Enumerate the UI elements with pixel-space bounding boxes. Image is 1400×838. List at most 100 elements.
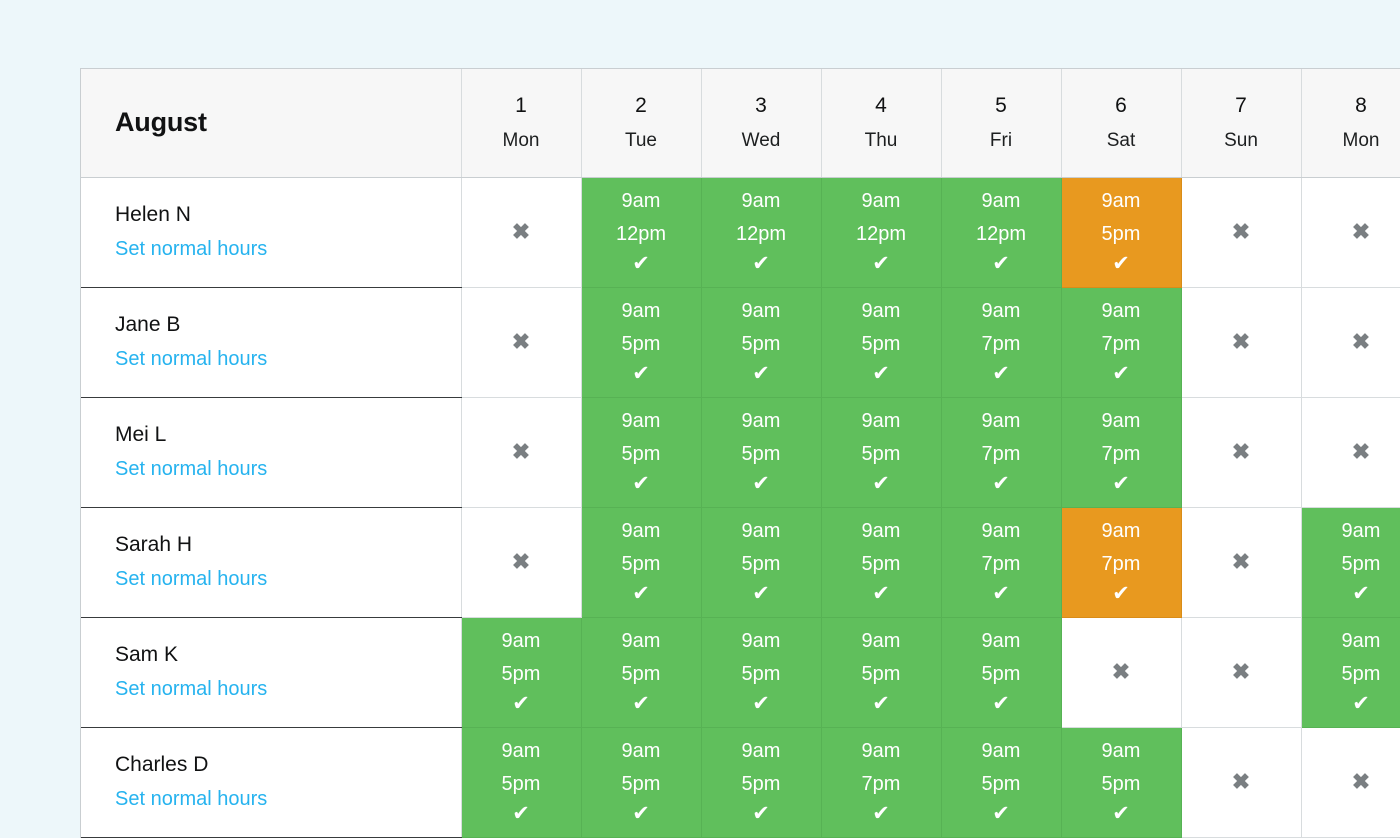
shift-cell-off[interactable]: ✖ — [1301, 177, 1400, 287]
shift-cell-off[interactable]: ✖ — [461, 177, 581, 287]
shift-times: 9am5pm✔ — [1302, 521, 1400, 604]
day-header-mon-8[interactable]: 8Mon — [1301, 69, 1400, 177]
check-icon: ✔ — [582, 583, 701, 604]
day-header-mon-1[interactable]: 1Mon — [461, 69, 581, 177]
staff-cell: Sarah HSet normal hours — [81, 507, 461, 617]
day-header-sun-7[interactable]: 7Sun — [1181, 69, 1301, 177]
shift-end-time: 5pm — [582, 664, 701, 684]
shift-cell-off[interactable]: ✖ — [1181, 287, 1301, 397]
day-number: 1 — [462, 95, 581, 116]
shift-cell-scheduled[interactable]: 9am5pm✔ — [581, 397, 701, 507]
day-header-thu-4[interactable]: 4Thu — [821, 69, 941, 177]
check-icon: ✔ — [582, 363, 701, 384]
shift-times: 9am5pm✔ — [582, 521, 701, 604]
set-normal-hours-link[interactable]: Set normal hours — [115, 349, 267, 369]
shift-cell-off[interactable]: ✖ — [1181, 617, 1301, 727]
shift-start-time: 9am — [822, 521, 941, 541]
staff-cell: Sam KSet normal hours — [81, 617, 461, 727]
set-normal-hours-link[interactable]: Set normal hours — [115, 459, 267, 479]
check-icon: ✔ — [702, 693, 821, 714]
day-header-wed-3[interactable]: 3Wed — [701, 69, 821, 177]
shift-cell-scheduled[interactable]: 9am5pm✔ — [821, 397, 941, 507]
shift-cell-scheduled[interactable]: 9am5pm✔ — [941, 617, 1061, 727]
shift-times: 9am12pm✔ — [822, 191, 941, 274]
set-normal-hours-link[interactable]: Set normal hours — [115, 569, 267, 589]
shift-cell-scheduled[interactable]: 9am5pm✔ — [701, 727, 821, 837]
shift-cell-scheduled[interactable]: 9am5pm✔ — [1301, 507, 1400, 617]
day-header-sat-6[interactable]: 6Sat — [1061, 69, 1181, 177]
shift-cell-scheduled[interactable]: 9am5pm✔ — [1061, 177, 1181, 287]
day-header-fri-5[interactable]: 5Fri — [941, 69, 1061, 177]
shift-cell-scheduled[interactable]: 9am7pm✔ — [821, 727, 941, 837]
shift-end-time: 5pm — [702, 554, 821, 574]
shift-times: 9am5pm✔ — [462, 741, 581, 824]
shift-cell-off[interactable]: ✖ — [1181, 507, 1301, 617]
check-icon: ✔ — [942, 693, 1061, 714]
shift-cell-scheduled[interactable]: 9am5pm✔ — [941, 727, 1061, 837]
shift-cell-scheduled[interactable]: 9am7pm✔ — [1061, 287, 1181, 397]
month-title: August — [115, 107, 207, 137]
shift-cell-off[interactable]: ✖ — [461, 507, 581, 617]
cross-icon: ✖ — [462, 441, 581, 463]
shift-cell-scheduled[interactable]: 9am7pm✔ — [941, 507, 1061, 617]
check-icon: ✔ — [822, 363, 941, 384]
shift-times: 9am5pm✔ — [822, 521, 941, 604]
shift-cell-scheduled[interactable]: 9am5pm✔ — [461, 617, 581, 727]
cross-icon: ✖ — [462, 331, 581, 353]
set-normal-hours-link[interactable]: Set normal hours — [115, 239, 267, 259]
staff-row: Jane BSet normal hours✖9am5pm✔9am5pm✔9am… — [81, 287, 1400, 397]
shift-cell-scheduled[interactable]: 9am5pm✔ — [701, 287, 821, 397]
shift-cell-scheduled[interactable]: 9am5pm✔ — [581, 507, 701, 617]
shift-cell-scheduled[interactable]: 9am5pm✔ — [461, 727, 581, 837]
shift-cell-scheduled[interactable]: 9am5pm✔ — [821, 617, 941, 727]
shift-cell-scheduled[interactable]: 9am12pm✔ — [941, 177, 1061, 287]
set-normal-hours-link[interactable]: Set normal hours — [115, 789, 267, 809]
shift-cell-off[interactable]: ✖ — [1181, 727, 1301, 837]
shift-cell-scheduled[interactable]: 9am5pm✔ — [1061, 727, 1181, 837]
shift-cell-scheduled[interactable]: 9am7pm✔ — [941, 397, 1061, 507]
shift-cell-off[interactable]: ✖ — [1301, 727, 1400, 837]
shift-cell-scheduled[interactable]: 9am12pm✔ — [821, 177, 941, 287]
shift-cell-off[interactable]: ✖ — [1181, 177, 1301, 287]
shift-times: 9am5pm✔ — [702, 411, 821, 494]
check-icon: ✔ — [822, 693, 941, 714]
check-icon: ✔ — [702, 583, 821, 604]
shift-end-time: 7pm — [822, 774, 941, 794]
shift-cell-scheduled[interactable]: 9am5pm✔ — [701, 397, 821, 507]
shift-times: 9am5pm✔ — [822, 631, 941, 714]
shift-cell-scheduled[interactable]: 9am5pm✔ — [1301, 617, 1400, 727]
shift-cell-scheduled[interactable]: 9am7pm✔ — [1061, 507, 1181, 617]
check-icon: ✔ — [462, 693, 581, 714]
shift-end-time: 5pm — [702, 334, 821, 354]
shift-cell-scheduled[interactable]: 9am5pm✔ — [821, 287, 941, 397]
shift-cell-scheduled[interactable]: 9am12pm✔ — [701, 177, 821, 287]
shift-times: 9am5pm✔ — [822, 301, 941, 384]
shift-cell-off[interactable]: ✖ — [1181, 397, 1301, 507]
shift-cell-scheduled[interactable]: 9am5pm✔ — [701, 617, 821, 727]
shift-cell-scheduled[interactable]: 9am7pm✔ — [1061, 397, 1181, 507]
shift-cell-scheduled[interactable]: 9am7pm✔ — [941, 287, 1061, 397]
shift-start-time: 9am — [462, 631, 581, 651]
shift-times: 9am5pm✔ — [702, 301, 821, 384]
staff-row: Mei LSet normal hours✖9am5pm✔9am5pm✔9am5… — [81, 397, 1400, 507]
check-icon: ✔ — [702, 803, 821, 824]
shift-end-time: 12pm — [942, 224, 1061, 244]
shift-cell-off[interactable]: ✖ — [1301, 287, 1400, 397]
shift-cell-off[interactable]: ✖ — [461, 287, 581, 397]
shift-cell-off[interactable]: ✖ — [1061, 617, 1181, 727]
shift-end-time: 7pm — [1062, 554, 1181, 574]
day-header-tue-2[interactable]: 2Tue — [581, 69, 701, 177]
shift-start-time: 9am — [942, 411, 1061, 431]
shift-cell-off[interactable]: ✖ — [461, 397, 581, 507]
shift-cell-scheduled[interactable]: 9am5pm✔ — [701, 507, 821, 617]
shift-cell-scheduled[interactable]: 9am5pm✔ — [581, 617, 701, 727]
day-name: Tue — [582, 131, 701, 150]
shift-cell-scheduled[interactable]: 9am5pm✔ — [821, 507, 941, 617]
cross-icon: ✖ — [1182, 331, 1301, 353]
shift-cell-scheduled[interactable]: 9am12pm✔ — [581, 177, 701, 287]
shift-cell-scheduled[interactable]: 9am5pm✔ — [581, 727, 701, 837]
shift-cell-scheduled[interactable]: 9am5pm✔ — [581, 287, 701, 397]
set-normal-hours-link[interactable]: Set normal hours — [115, 679, 267, 699]
shift-cell-off[interactable]: ✖ — [1301, 397, 1400, 507]
shift-end-time: 7pm — [942, 554, 1061, 574]
